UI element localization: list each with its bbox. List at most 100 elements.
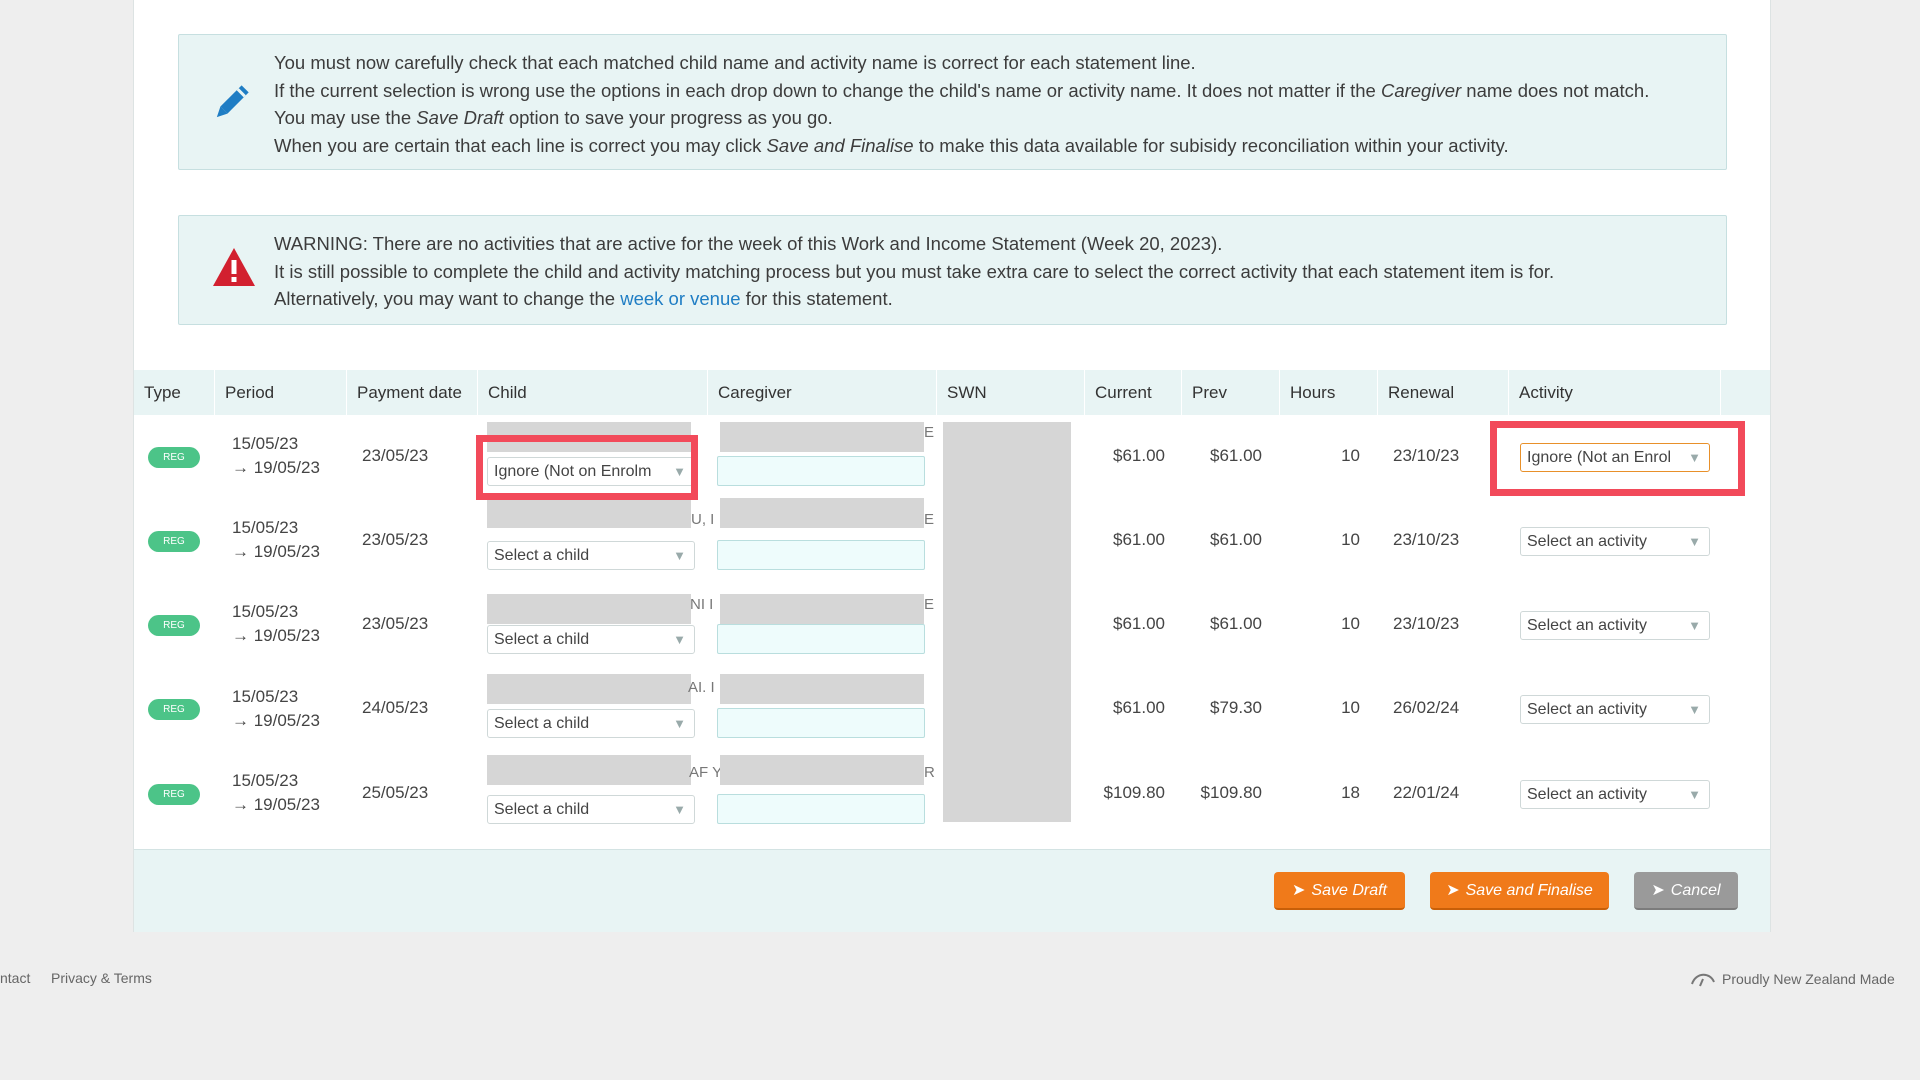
activity-select-value: Select an activity — [1527, 617, 1648, 634]
col-caregiver: Caregiver — [708, 370, 937, 415]
payment-date: 25/05/23 — [362, 783, 429, 802]
type-badge: REG — [148, 784, 200, 805]
period-start: 15/05/23 — [232, 602, 299, 621]
renewal-date: 23/10/23 — [1393, 446, 1460, 465]
warning-triangle-icon — [211, 246, 257, 293]
nz-made-badge: Proudly New Zealand Made — [1690, 970, 1895, 991]
payment-date: 23/05/23 — [362, 446, 429, 465]
week-or-venue-link[interactable]: week or venue — [620, 288, 740, 309]
table-row: REG 15/05/23 → 19/05/23 24/05/23 AI. I S… — [134, 666, 1770, 750]
hours: 10 — [1341, 530, 1360, 549]
caregiver-input[interactable] — [717, 624, 925, 654]
warning-box: WARNING: There are no activities that ar… — [178, 215, 1727, 325]
current-amount: $109.80 — [1103, 783, 1165, 802]
activity-select[interactable]: Select an activity ▼ — [1520, 695, 1710, 724]
hours: 10 — [1341, 698, 1360, 717]
activity-select-value: Select an activity — [1527, 533, 1648, 550]
activity-select[interactable]: Select an activity ▼ — [1520, 780, 1710, 809]
cancel-button[interactable]: ➤ Cancel — [1634, 872, 1738, 910]
caregiver-name-redaction — [720, 594, 924, 624]
save-and-finalise-label: Save and Finalise — [1465, 882, 1593, 899]
caregiver-name-fragment: R — [924, 764, 935, 781]
col-prev: Prev — [1182, 370, 1280, 415]
col-hours: Hours — [1280, 370, 1378, 415]
period-end: → 19/05/23 — [232, 711, 320, 730]
info-line-4: When you are certain that each line is c… — [274, 134, 1509, 156]
child-select[interactable]: Select a child ▼ — [487, 709, 695, 738]
period-start: 15/05/23 — [232, 518, 299, 537]
caregiver-name-redaction — [720, 755, 924, 785]
period-end: → 19/05/23 — [232, 795, 320, 814]
renewal-date: 23/10/23 — [1393, 530, 1460, 549]
nz-made-label: Proudly New Zealand Made — [1722, 971, 1895, 988]
type-badge: REG — [148, 447, 200, 468]
renewal-date: 23/10/23 — [1393, 614, 1460, 633]
caregiver-input[interactable] — [717, 456, 925, 486]
caregiver-input[interactable] — [717, 540, 925, 570]
payment-date: 23/05/23 — [362, 614, 429, 633]
chevron-right-icon: ➤ — [1446, 882, 1460, 899]
info-line-2: If the current selection is wrong use th… — [274, 79, 1650, 101]
pencil-icon — [209, 81, 253, 130]
period-end: → 19/05/23 — [232, 542, 320, 561]
caregiver-input[interactable] — [717, 708, 925, 738]
chevron-down-icon: ▼ — [673, 802, 686, 817]
child-name-redaction — [487, 594, 691, 624]
caregiver-name-fragment: E — [924, 596, 935, 613]
caregiver-name-redaction — [720, 498, 924, 528]
child-name-redaction — [487, 498, 691, 528]
privacy-terms-link[interactable]: Privacy & Terms — [51, 970, 152, 986]
prev-amount: $61.00 — [1210, 530, 1262, 549]
activity-select[interactable]: Select an activity ▼ — [1520, 611, 1710, 640]
table-row: REG 15/05/23 → 19/05/23 23/05/23 U, I Se… — [134, 498, 1770, 582]
chevron-right-icon: ➤ — [1651, 882, 1665, 899]
col-activity: Activity — [1509, 370, 1721, 415]
col-period: Period — [215, 370, 347, 415]
child-select-highlight — [476, 435, 698, 500]
child-name-redaction — [487, 755, 691, 785]
caregiver-name-redaction — [720, 422, 924, 452]
child-name-fragment: U, I — [691, 511, 715, 528]
child-name-redaction — [487, 674, 691, 704]
hours: 10 — [1341, 614, 1360, 633]
period-end: → 19/05/23 — [232, 626, 320, 645]
period-start: 15/05/23 — [232, 771, 299, 790]
type-badge: REG — [148, 699, 200, 720]
current-amount: $61.00 — [1113, 446, 1165, 465]
chevron-down-icon: ▼ — [1688, 534, 1701, 549]
chevron-down-icon: ▼ — [673, 632, 686, 647]
current-amount: $61.00 — [1113, 530, 1165, 549]
save-draft-button[interactable]: ➤ Save Draft — [1274, 872, 1405, 910]
col-type: Type — [134, 370, 215, 415]
nz-fern-icon — [1690, 970, 1716, 991]
child-select[interactable]: Select a child ▼ — [487, 625, 695, 654]
caregiver-name-fragment: E — [924, 511, 935, 528]
renewal-date: 22/01/24 — [1393, 783, 1460, 802]
child-select-value: Select a child — [494, 631, 590, 648]
caregiver-name-fragment: E — [924, 424, 935, 441]
child-select[interactable]: Select a child ▼ — [487, 795, 695, 824]
save-draft-label: Save Draft — [1311, 882, 1387, 899]
col-payment-date: Payment date — [347, 370, 478, 415]
current-amount: $61.00 — [1113, 614, 1165, 633]
col-child: Child — [478, 370, 708, 415]
activity-select[interactable]: Select an activity ▼ — [1520, 527, 1710, 556]
chevron-down-icon: ▼ — [1688, 618, 1701, 633]
child-select[interactable]: Select a child ▼ — [487, 541, 695, 570]
child-select-value: Select a child — [494, 801, 590, 818]
warning-line-1: WARNING: There are no activities that ar… — [274, 233, 1223, 254]
child-select-value: Select a child — [494, 715, 590, 732]
info-line-1: You must now carefully check that each m… — [274, 52, 1196, 73]
activity-select-highlight — [1490, 421, 1745, 496]
save-and-finalise-button[interactable]: ➤ Save and Finalise — [1430, 872, 1609, 910]
warning-line-3: Alternatively, you may want to change th… — [274, 285, 1706, 313]
period-start: 15/05/23 — [232, 434, 299, 453]
prev-amount: $61.00 — [1210, 446, 1262, 465]
prev-amount: $109.80 — [1200, 783, 1262, 802]
contact-link[interactable]: ntact — [0, 970, 30, 986]
type-badge: REG — [148, 615, 200, 636]
caregiver-name-redaction — [720, 674, 924, 704]
caregiver-input[interactable] — [717, 794, 925, 824]
prev-amount: $79.30 — [1210, 698, 1262, 717]
col-swn: SWN — [937, 370, 1085, 415]
